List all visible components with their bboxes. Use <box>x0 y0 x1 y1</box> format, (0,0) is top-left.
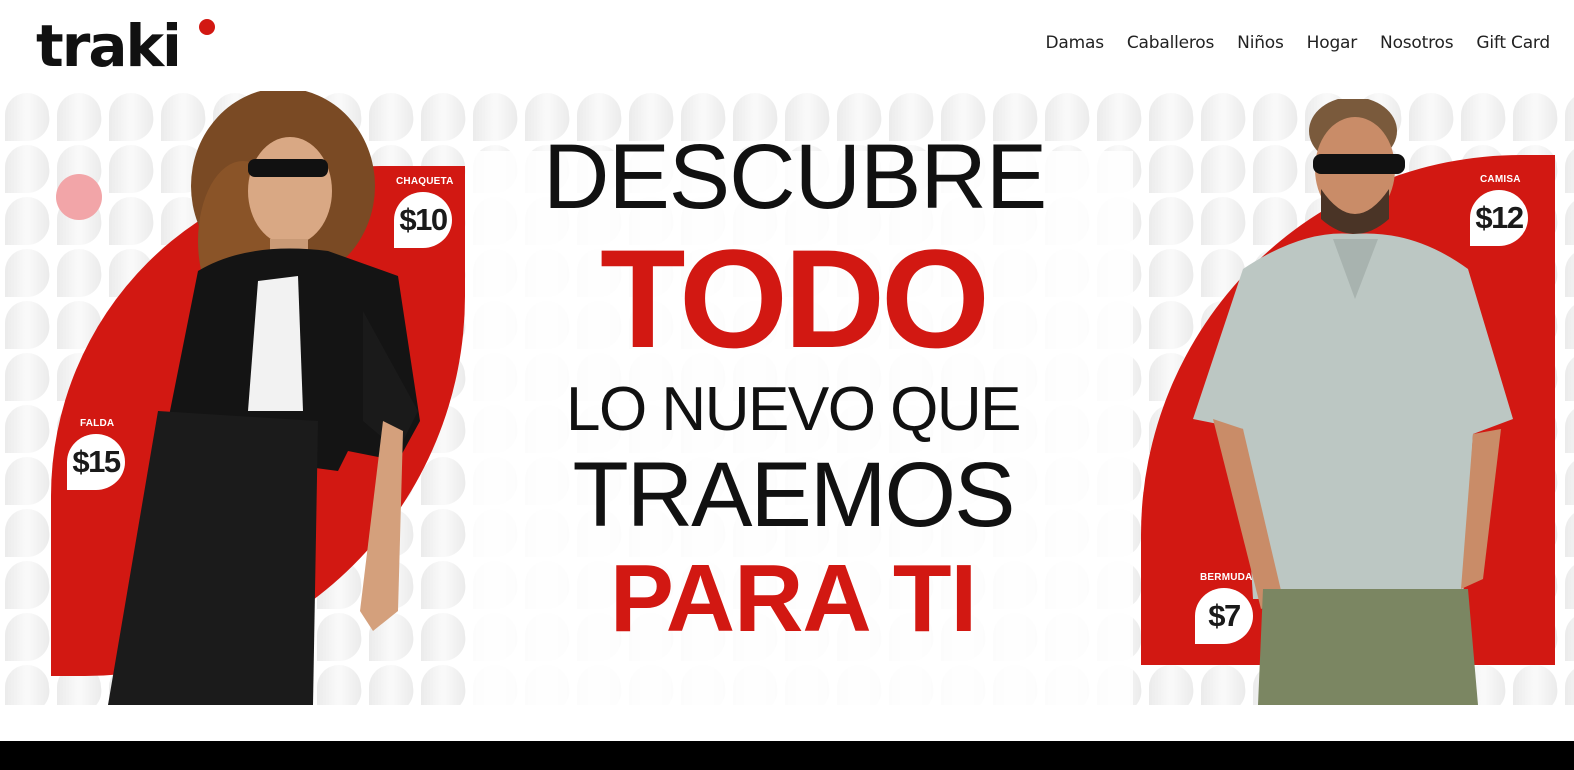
headline-lo-nuevo-que: LO NUEVO QUE <box>566 375 1022 444</box>
jacket-tag-label: CHAQUETA <box>396 176 454 187</box>
nav-item-caballeros[interactable]: Caballeros <box>1127 33 1214 53</box>
nav-item-gift-card[interactable]: Gift Card <box>1476 33 1550 53</box>
skirt-price-badge: $15 <box>67 434 125 490</box>
headline-todo: TODO <box>600 220 990 377</box>
bottom-black-bar <box>0 741 1574 770</box>
nav-item-damas[interactable]: Damas <box>1046 33 1105 53</box>
nav-item-nosotros[interactable]: Nosotros <box>1380 33 1454 53</box>
hero-banner[interactable]: CHAQUETA $10 FALDA $15 DESCUBRE TODO LO … <box>3 91 1574 705</box>
headline-descubre: DESCUBRE <box>543 126 1047 228</box>
hero-headline: DESCUBRE TODO LO NUEVO QUE TRAEMOS PARA … <box>543 121 1047 652</box>
bermuda-price-badge: $7 <box>1195 588 1253 644</box>
svg-text:traki: traki <box>36 14 180 74</box>
shirt-price-badge: $12 <box>1470 190 1528 246</box>
jacket-price-badge: $10 <box>394 192 452 248</box>
skirt-tag-label: FALDA <box>80 418 115 429</box>
headline-para-ti: PARA TI <box>609 545 977 652</box>
nav-item-hogar[interactable]: Hogar <box>1307 33 1358 53</box>
headline-traemos: TRAEMOS <box>572 444 1016 546</box>
female-model-image <box>108 91 420 705</box>
site-header: traki Damas Caballeros Niños Hogar Nosot… <box>0 0 1574 91</box>
traki-logo-icon[interactable]: traki <box>36 14 218 74</box>
shirt-tag-label: CAMISA <box>1480 174 1521 185</box>
nav-item-ninos[interactable]: Niños <box>1237 33 1284 53</box>
bermuda-tag-label: BERMUDA <box>1200 572 1253 583</box>
main-nav: Damas Caballeros Niños Hogar Nosotros Gi… <box>1023 33 1551 53</box>
